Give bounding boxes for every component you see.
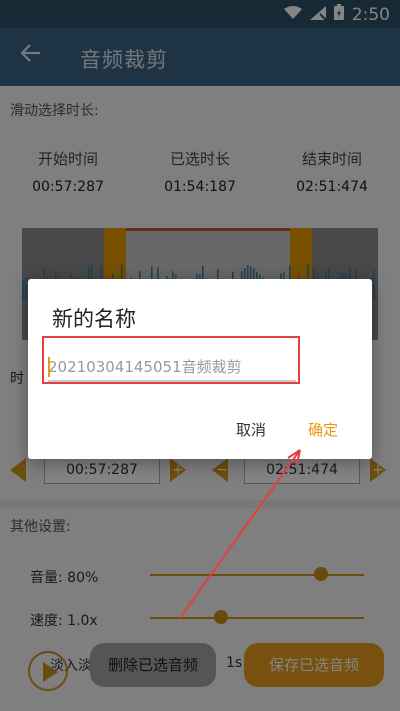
annotation-arrow xyxy=(179,449,301,619)
